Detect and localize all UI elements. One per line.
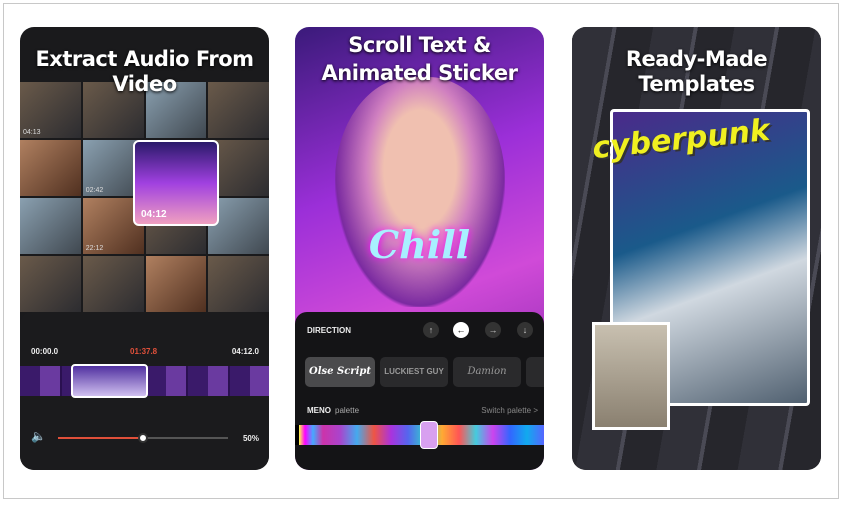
panel-title: Extract Audio From Video <box>35 47 254 96</box>
arrow-right-icon[interactable]: → <box>485 322 501 338</box>
panel-title-line1: Scroll Text & <box>348 33 491 57</box>
video-thumb[interactable] <box>208 256 269 312</box>
volume-slider[interactable] <box>58 433 228 443</box>
font-damion[interactable]: Damion <box>453 357 521 387</box>
arrow-left-icon[interactable]: ← <box>453 322 469 338</box>
direction-label: DIRECTION <box>307 326 351 335</box>
palette-selector[interactable] <box>420 421 438 449</box>
current-time: 01:37.8 <box>130 347 158 356</box>
template-thumbnail[interactable] <box>592 322 670 430</box>
font-luckiest-guy[interactable]: LUCKIEST GUY <box>380 357 448 387</box>
sticker-text[interactable]: Chill <box>295 222 544 267</box>
font-olse-script[interactable]: Olse Script <box>305 357 375 387</box>
speaker-icon[interactable]: 🔈 <box>31 429 46 443</box>
start-time: 00:00.0 <box>31 347 59 356</box>
palette-label: palette <box>335 406 360 415</box>
video-thumb[interactable] <box>145 256 207 312</box>
scroll-text-screen: Scroll Text & Animated Sticker Chill DIR… <box>295 27 544 470</box>
end-time: 04:12.0 <box>231 347 259 356</box>
text-editor-panel: DIRECTION ↑ ← → ↓ Olse Script LUCKIEST G… <box>295 312 544 470</box>
selected-video-preview[interactable]: 04:12 <box>133 140 219 226</box>
arrow-up-icon[interactable]: ↑ <box>423 322 439 338</box>
video-thumb[interactable] <box>20 198 81 254</box>
video-thumb[interactable] <box>82 256 144 312</box>
templates-screen: Ready-Made Templates cyberpunk <box>572 27 821 470</box>
font-more[interactable] <box>526 357 544 387</box>
panel-title: Ready-Made Templates <box>625 47 768 96</box>
selected-audio-segment[interactable] <box>71 364 148 398</box>
portrait-image <box>335 77 505 307</box>
switch-palette-link[interactable]: Switch palette > <box>481 406 538 415</box>
audio-editor-panel: 00:00.0 01:37.8 04:12.0 🔈 50% <box>20 312 269 470</box>
volume-percent: 50% <box>242 434 259 443</box>
video-thumb[interactable] <box>20 140 81 196</box>
slider-knob[interactable] <box>138 433 148 443</box>
video-thumb[interactable] <box>20 256 81 312</box>
palette-name: MENO <box>307 406 331 415</box>
panel-title-line2: Animated Sticker <box>321 61 518 85</box>
arrow-down-icon[interactable]: ↓ <box>517 322 533 338</box>
extract-audio-screen: 04:13 02:42 22:12 Extract Audio From Vid… <box>20 27 269 470</box>
